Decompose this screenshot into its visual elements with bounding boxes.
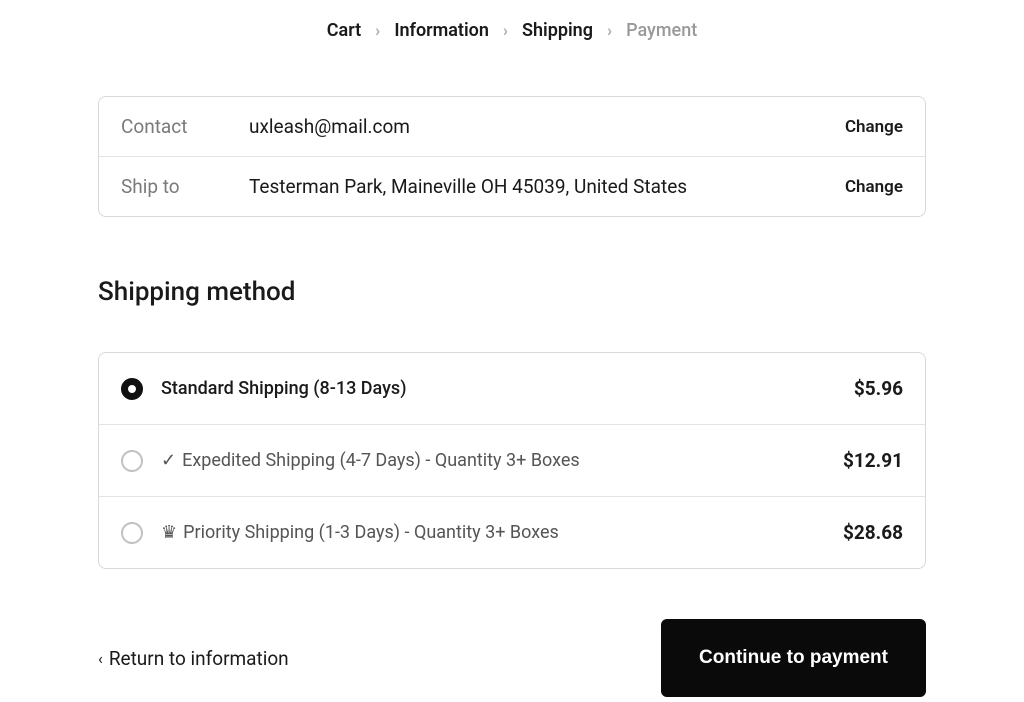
breadcrumb-payment: Payment [626,20,697,41]
shipping-option-expedited[interactable]: ✓ Expedited Shipping (4-7 Days) - Quantit… [99,425,925,497]
ship-to-row: Ship to Testerman Park, Maineville OH 45… [99,157,925,216]
shipping-method-title: Shipping method [98,277,926,307]
contact-value: uxleash@mail.com [249,115,835,138]
check-icon: ✓ [161,450,176,471]
shipping-option-price: $28.68 [843,521,903,544]
chevron-left-icon: ‹ [98,649,103,668]
shipping-option-label: Standard Shipping (8-13 Days) [161,378,854,399]
shipping-option-standard[interactable]: Standard Shipping (8-13 Days) $5.96 [99,353,925,425]
chevron-right-icon: › [503,21,508,41]
crown-icon: ♛ [161,522,177,543]
chevron-right-icon: › [607,21,612,41]
shipping-option-price: $5.96 [854,377,903,400]
footer-actions: ‹ Return to information Continue to paym… [98,619,926,697]
ship-to-label: Ship to [121,175,249,198]
shipping-option-label: ✓ Expedited Shipping (4-7 Days) - Quantit… [161,450,843,471]
change-ship-to-button[interactable]: Change [845,177,903,197]
shipping-options-box: Standard Shipping (8-13 Days) $5.96 ✓ Exp… [98,352,926,569]
shipping-option-price: $12.91 [843,449,903,472]
breadcrumb-information[interactable]: Information [394,20,489,41]
radio-unselected-icon[interactable] [121,522,143,544]
breadcrumb-shipping[interactable]: Shipping [522,20,593,41]
radio-selected-icon[interactable] [121,378,143,400]
ship-to-value: Testerman Park, Maineville OH 45039, Uni… [249,175,835,198]
continue-to-payment-button[interactable]: Continue to payment [661,619,926,697]
shipping-option-label: ♛ Priority Shipping (1-3 Days) - Quantity… [161,522,843,543]
return-to-information-link[interactable]: ‹ Return to information [98,647,289,670]
shipping-option-priority[interactable]: ♛ Priority Shipping (1-3 Days) - Quantity… [99,497,925,568]
checkout-breadcrumb: Cart › Information › Shipping › Payment [98,20,926,41]
shipping-option-text: Priority Shipping (1-3 Days) - Quantity … [183,522,559,543]
contact-label: Contact [121,115,249,138]
change-contact-button[interactable]: Change [845,117,903,137]
radio-unselected-icon[interactable] [121,450,143,472]
breadcrumb-cart[interactable]: Cart [327,20,361,41]
return-label: Return to information [109,647,289,670]
chevron-right-icon: › [375,21,380,41]
order-info-box: Contact uxleash@mail.com Change Ship to … [98,96,926,217]
shipping-option-text: Expedited Shipping (4-7 Days) - Quantity… [182,450,580,471]
contact-row: Contact uxleash@mail.com Change [99,97,925,157]
